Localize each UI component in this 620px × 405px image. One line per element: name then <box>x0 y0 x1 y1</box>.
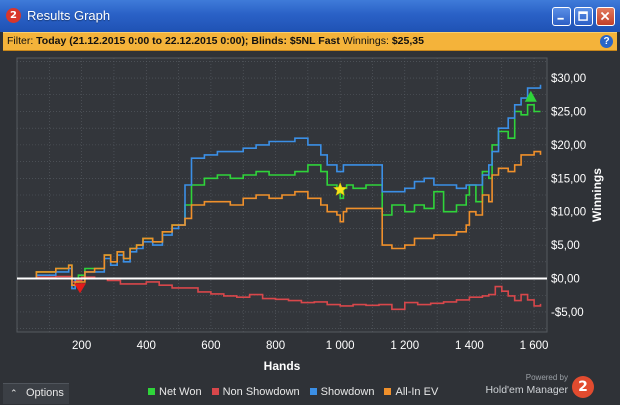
legend-item: Non Showdown <box>211 386 300 398</box>
close-icon <box>600 11 610 21</box>
legend-label: Net Won <box>159 386 202 398</box>
x-tick-label: 1 200 <box>390 340 419 352</box>
legend-item: Showdown <box>309 386 375 398</box>
y-tick-label: $0,00 <box>551 274 580 286</box>
results-graph-window: 2 Results Graph Filter: Today (21.12.201… <box>0 0 620 405</box>
filter-winnings-value: $25,35 <box>391 35 424 47</box>
help-icon[interactable]: ? <box>600 35 613 48</box>
x-tick-label: 400 <box>137 340 156 352</box>
filter-bar: Filter: Today (21.12.2015 0:00 to 22.12.… <box>3 32 617 51</box>
minimize-icon <box>557 17 564 20</box>
maximize-button[interactable] <box>574 7 593 26</box>
brand-logo-icon: 2 <box>572 376 594 398</box>
x-tick-label: 1 400 <box>455 340 484 352</box>
y-tick-label: $5,00 <box>551 240 580 252</box>
filter-summary: Filter: Today (21.12.2015 0:00 to 22.12.… <box>7 35 424 47</box>
filter-blinds-label: Blinds: <box>251 35 287 47</box>
maximize-icon <box>578 11 588 21</box>
y-tick-label: $25,00 <box>551 106 586 118</box>
chevron-up-icon: ⌃ <box>10 388 18 398</box>
legend-label: Non Showdown <box>222 386 300 398</box>
y-tick-label: -$5,00 <box>551 307 584 319</box>
brand-name: Hold'em Manager <box>485 384 568 396</box>
results-chart: 200 400 600 800 1 000 1 200 1 400 1 600 -$5,00 $0… <box>16 57 604 370</box>
legend-swatch <box>309 388 317 395</box>
options-label: Options <box>26 387 64 399</box>
legend-item: Net Won <box>148 386 202 398</box>
legend-item: All-In EV <box>384 386 438 398</box>
app-logo-icon: 2 <box>6 8 21 23</box>
y-tick-label: $20,00 <box>551 140 586 152</box>
window-title: Results Graph <box>27 8 111 23</box>
filter-period: Today (21.12.2015 0:00 to 22.12.2015 0:0… <box>36 35 249 47</box>
options-button[interactable]: ⌃ Options <box>3 383 69 404</box>
x-tick-label: 800 <box>266 340 285 352</box>
filter-winnings-label: Winnings: <box>342 35 389 47</box>
x-tick-label: 1 000 <box>326 340 355 352</box>
y-tick-label: $15,00 <box>551 173 586 185</box>
y-tick-label: $30,00 <box>551 73 586 85</box>
legend-swatch <box>148 388 155 395</box>
title-bar[interactable]: 2 Results Graph <box>0 0 620 32</box>
legend-label: Showdown <box>320 386 375 398</box>
x-tick-label: 600 <box>201 340 220 352</box>
filter-blinds-value: $5NL Fast <box>289 35 340 47</box>
y-tick-label: $10,00 <box>551 207 586 219</box>
chart-legend: Net Won Non Showdown Showdown All-In EV <box>148 386 448 400</box>
powered-by-text: Powered by <box>525 373 568 382</box>
filter-prefix: Filter: <box>7 35 34 47</box>
x-axis-title: Hands <box>264 359 301 370</box>
legend-label: All-In EV <box>395 386 439 398</box>
brand-area: Powered by Hold'em Manager 2 <box>482 372 602 402</box>
x-tick-label: 1 600 <box>520 340 549 352</box>
legend-swatch <box>384 388 392 395</box>
legend-swatch <box>211 388 219 395</box>
y-axis-title: Winnings <box>590 168 604 222</box>
x-tick-label: 200 <box>72 340 91 352</box>
close-button[interactable] <box>596 7 615 26</box>
minimize-button[interactable] <box>552 7 571 26</box>
